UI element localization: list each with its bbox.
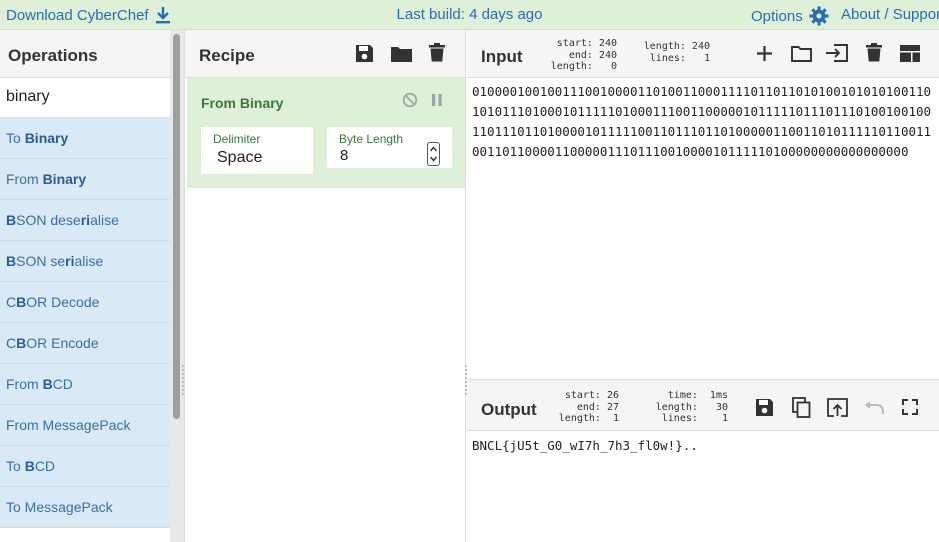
input-stats-right: length: 240 lines: 1	[643, 41, 710, 64]
operation-list-item[interactable]: To MessagePack	[0, 487, 170, 528]
operation-label-part: Binary	[24, 130, 69, 146]
input-title: Input	[481, 47, 523, 66]
recipe-panel: Recipe From Binary Delimiter Space Byte …	[182, 30, 467, 542]
operation-label-part: B	[6, 212, 17, 228]
operation-label-part: To	[6, 458, 25, 474]
open-folder-icon[interactable]	[790, 42, 812, 64]
byte-length-stepper[interactable]	[427, 142, 440, 166]
operations-panel: Operations binary To Binary From Binary BS…	[0, 30, 170, 542]
options-link[interactable]: Options	[751, 6, 829, 26]
delimiter-value[interactable]: Space	[217, 149, 262, 167]
operation-label-part: To	[6, 130, 25, 146]
output-stats-right: time: 1ms length: 30 lines: 1	[655, 390, 728, 424]
operations-title: Operations	[0, 30, 170, 78]
io-panel: Input start: 240 end: 240 length: 0 leng…	[467, 30, 939, 542]
output-title: Output	[481, 400, 537, 419]
copy-output-icon[interactable]	[790, 396, 812, 418]
maximise-output-icon[interactable]	[899, 396, 921, 418]
options-label[interactable]: Options	[751, 8, 803, 25]
add-input-icon[interactable]	[753, 42, 775, 64]
load-recipe-icon[interactable]	[390, 42, 412, 64]
gear-icon[interactable]	[809, 6, 829, 26]
operation-label-part: alise	[74, 253, 104, 269]
operation-list-item[interactable]: CBOR Encode	[0, 323, 170, 364]
operation-label-part: From MessagePack	[6, 417, 131, 433]
operation-label-part: B	[16, 294, 27, 310]
operation-label-part: B	[6, 253, 17, 269]
operation-label-part: B	[16, 335, 27, 351]
recipe-operation-from-binary[interactable]: From Binary Delimiter Space Byte Length …	[187, 78, 465, 188]
operation-label-part: SON se	[16, 253, 66, 269]
input-stats-left: start: 240 end: 240 length: 0	[550, 38, 617, 72]
last-build-text: Last build: 4 days ago	[396, 6, 543, 23]
scrollbar-thumb[interactable]	[173, 34, 180, 419]
pause-operation-icon[interactable]	[426, 89, 448, 111]
byte-length-label: Byte Length	[339, 132, 404, 146]
output-header: Output start: 26 end: 27 length: 1 time:…	[467, 383, 939, 431]
operation-label-part: CD	[52, 376, 73, 392]
operation-label-part: OR Encode	[26, 335, 99, 351]
operation-label-part: Binary	[42, 171, 87, 187]
operation-label-part: From	[6, 376, 43, 392]
operation-list-item[interactable]: From MessagePack	[0, 405, 170, 446]
undo-icon[interactable]	[863, 396, 885, 418]
operation-label-part: B	[24, 458, 35, 474]
delimiter-field[interactable]: Delimiter Space	[201, 127, 313, 174]
download-icon[interactable]	[155, 6, 171, 24]
operation-list-item[interactable]: BSON deserialise	[0, 200, 170, 241]
input-textarea[interactable]: 0100001001001110010000110100110001111011…	[472, 82, 937, 162]
operation-list-item[interactable]: To BCD	[0, 446, 170, 487]
operation-label-part: CD	[34, 458, 56, 474]
input-header: Input start: 240 end: 240 length: 0 leng…	[467, 30, 939, 78]
download-label[interactable]: Download CyberChef	[6, 7, 149, 24]
operation-label-part: B	[42, 376, 53, 392]
operation-label-part: C	[6, 294, 17, 310]
operation-list-item[interactable]: From BCD	[0, 364, 170, 405]
operation-list-item[interactable]: BSON serialise	[0, 241, 170, 282]
reset-layout-icon[interactable]	[899, 42, 921, 64]
replace-input-with-output-icon[interactable]	[826, 396, 848, 418]
operation-list-item[interactable]: CBOR Decode	[0, 282, 170, 323]
operations-search-input[interactable]: binary	[0, 78, 170, 118]
operation-label-part: C	[6, 335, 17, 351]
recipe-resize-handle[interactable]	[182, 365, 185, 395]
operation-label-part: To MessagePack	[6, 499, 113, 515]
recipe-header: Recipe	[185, 30, 465, 78]
delimiter-label: Delimiter	[213, 132, 261, 146]
output-stats-left: start: 26 end: 27 length: 1	[558, 390, 619, 424]
operation-label-part: From	[6, 171, 43, 187]
byte-length-field[interactable]: Byte Length 8	[327, 127, 452, 168]
disable-operation-icon[interactable]	[399, 89, 421, 111]
operation-list-item[interactable]: From Binary	[0, 159, 170, 200]
recipe-title: Recipe	[199, 46, 255, 65]
operations-list: To Binary From Binary BSON deserialise BSON…	[0, 118, 170, 528]
about-support-link[interactable]: About / Support	[841, 6, 939, 23]
save-recipe-icon[interactable]	[353, 42, 375, 64]
operation-list-item[interactable]: To Binary	[0, 118, 170, 159]
operations-scrollbar[interactable]	[170, 30, 184, 542]
download-link[interactable]: Download CyberChef	[6, 6, 171, 24]
operation-label-part: SON dese	[16, 212, 81, 228]
byte-length-value[interactable]: 8	[340, 147, 348, 164]
clear-recipe-icon[interactable]	[426, 41, 448, 63]
operation-label-part: alise	[90, 212, 119, 228]
open-file-icon[interactable]	[826, 42, 848, 64]
top-banner: Download CyberChef Last build: 4 days ag…	[0, 0, 939, 30]
output-textarea[interactable]: BNCL{jU5t_G0_wI7h_7h3_fl0w!}..	[472, 436, 937, 456]
recipe-operation-name: From Binary	[201, 95, 284, 111]
save-output-icon[interactable]	[753, 396, 775, 418]
clear-input-icon[interactable]	[863, 41, 885, 63]
operation-label-part: OR Decode	[26, 294, 100, 310]
